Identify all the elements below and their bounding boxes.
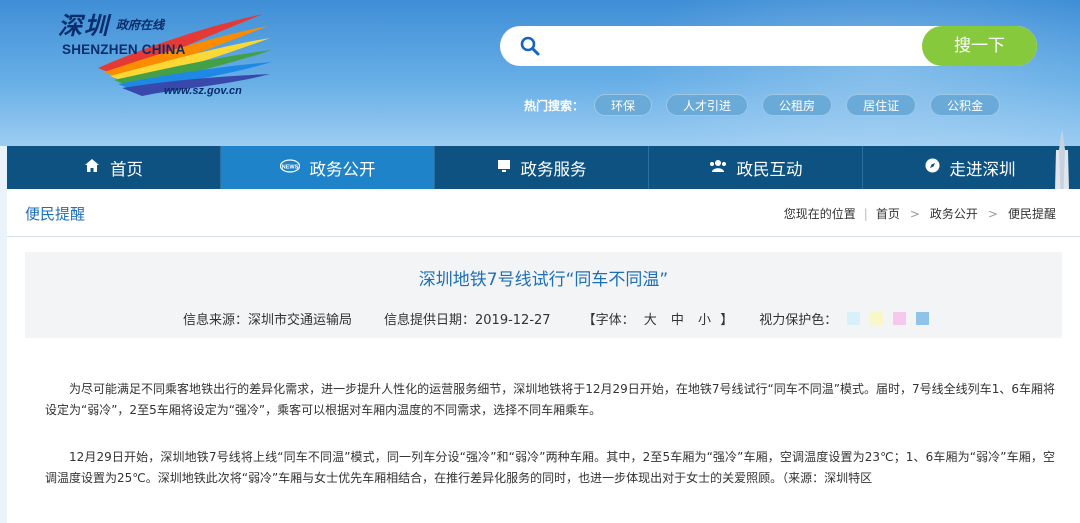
font-size-close: 】: [720, 313, 734, 328]
eye-color-swatch[interactable]: [847, 312, 861, 325]
nav-item-home[interactable]: 首页: [7, 146, 221, 189]
hot-search-tag[interactable]: 环保: [594, 94, 653, 116]
article-meta: 信息来源：深圳市交通运输局 信息提供日期：2019-12-27 【字体： 大 中…: [183, 309, 930, 328]
article-title: 深圳地铁7号线试行“同车不同温”: [418, 270, 669, 290]
section-title: 便民提醒: [25, 205, 86, 223]
paragraph-text: 12月29日开始，深圳地铁7号线将上线“同车不同温”模式，同一列车分设“强冷”和…: [45, 450, 1055, 485]
font-size-control: 【字体： 大 中 小 】: [583, 309, 734, 328]
eye-color-swatch[interactable]: [870, 312, 884, 325]
logo-english-text: SHENZHEN CHINA: [62, 42, 186, 57]
search-button[interactable]: 搜一下: [922, 26, 1037, 66]
paragraph-text: 为尽可能满足不同乘客地铁出行的差异化需求，进一步提升人性化的运营服务细节，深圳地…: [45, 382, 1055, 417]
main-nav: 首页 NEWS 政务公开 政务服务 政民互动 走进深圳: [7, 146, 1080, 189]
font-size-small[interactable]: 小: [698, 313, 711, 328]
hot-search-tag[interactable]: 居住证: [846, 94, 917, 116]
breadcrumb: 您现在的位置 | 首页 > 政务公开 > 便民提醒: [783, 205, 1056, 222]
breadcrumb-prefix: 您现在的位置: [783, 207, 856, 221]
logo-chinese-text: 深圳: [58, 11, 110, 40]
home-icon: [84, 158, 100, 177]
eye-protection-label: 视力保护色：: [759, 313, 838, 328]
compass-icon: [925, 158, 940, 177]
nav-item-open-government[interactable]: NEWS 政务公开: [221, 146, 435, 189]
news-icon: NEWS: [279, 158, 300, 177]
nav-item-label: 首页: [110, 159, 143, 179]
hot-search-tag[interactable]: 公积金: [930, 94, 1001, 116]
search-bar: 搜一下: [500, 26, 1037, 66]
nav-item-label: 政务服务: [520, 159, 587, 179]
hot-search-tag[interactable]: 公租房: [762, 94, 833, 116]
font-size-large[interactable]: 大: [644, 313, 657, 328]
eye-color-swatch[interactable]: [916, 312, 930, 325]
breadcrumb-link-reminders[interactable]: 便民提醒: [1008, 205, 1056, 222]
article-paragraph: 为尽可能满足不同乘客地铁出行的差异化需求，进一步提升人性化的运营服务细节，深圳地…: [45, 379, 1055, 421]
font-size-label: 【字体：: [582, 313, 635, 328]
nav-item-label: 政务公开: [309, 159, 376, 179]
logo-chinese-subtext: 政府在线: [116, 18, 165, 32]
svg-text:NEWS: NEWS: [281, 164, 298, 170]
eye-color-swatch[interactable]: [893, 312, 907, 325]
font-size-medium[interactable]: 中: [671, 313, 684, 328]
article-date: 信息提供日期：2019-12-27: [384, 313, 551, 328]
nav-item-label: 政民互动: [736, 159, 803, 179]
site-header: 深圳 政府在线 SHENZHEN CHINA www.sz.gov.cn 搜一下…: [0, 0, 1080, 146]
search-input[interactable]: [552, 31, 912, 61]
nav-item-interaction[interactable]: 政民互动: [649, 146, 863, 189]
article-content: 深圳地铁7号线试行“同车不同温” 信息来源：深圳市交通运输局 信息提供日期：20…: [7, 237, 1080, 523]
people-icon: [709, 159, 727, 177]
monitor-icon: [497, 159, 511, 177]
breadcrumb-link-home[interactable]: 首页: [876, 205, 900, 222]
hot-search: 热门搜索： 环保 人才引进 公租房 居住证 公积金: [524, 93, 1014, 117]
hot-search-label: 热门搜索：: [524, 98, 585, 113]
breadcrumb-link-open-government[interactable]: 政务公开: [930, 205, 978, 222]
logo-url-text: www.sz.gov.cn: [164, 85, 242, 97]
article-header: 深圳地铁7号线试行“同车不同温” 信息来源：深圳市交通运输局 信息提供日期：20…: [25, 252, 1062, 338]
nav-item-gov-services[interactable]: 政务服务: [435, 146, 649, 189]
article-paragraph: 12月29日开始，深圳地铁7号线将上线“同车不同温”模式，同一列车分设“强冷”和…: [45, 447, 1055, 489]
nav-item-label: 走进深圳: [949, 159, 1016, 179]
hot-search-tag[interactable]: 人才引进: [666, 94, 749, 116]
article-source: 信息来源：深圳市交通运输局: [183, 313, 353, 328]
breadcrumb-bar: 便民提醒 您现在的位置 | 首页 > 政务公开 > 便民提醒: [7, 189, 1080, 237]
site-logo[interactable]: 深圳 政府在线 SHENZHEN CHINA www.sz.gov.cn: [58, 6, 278, 102]
search-icon: [520, 36, 540, 56]
